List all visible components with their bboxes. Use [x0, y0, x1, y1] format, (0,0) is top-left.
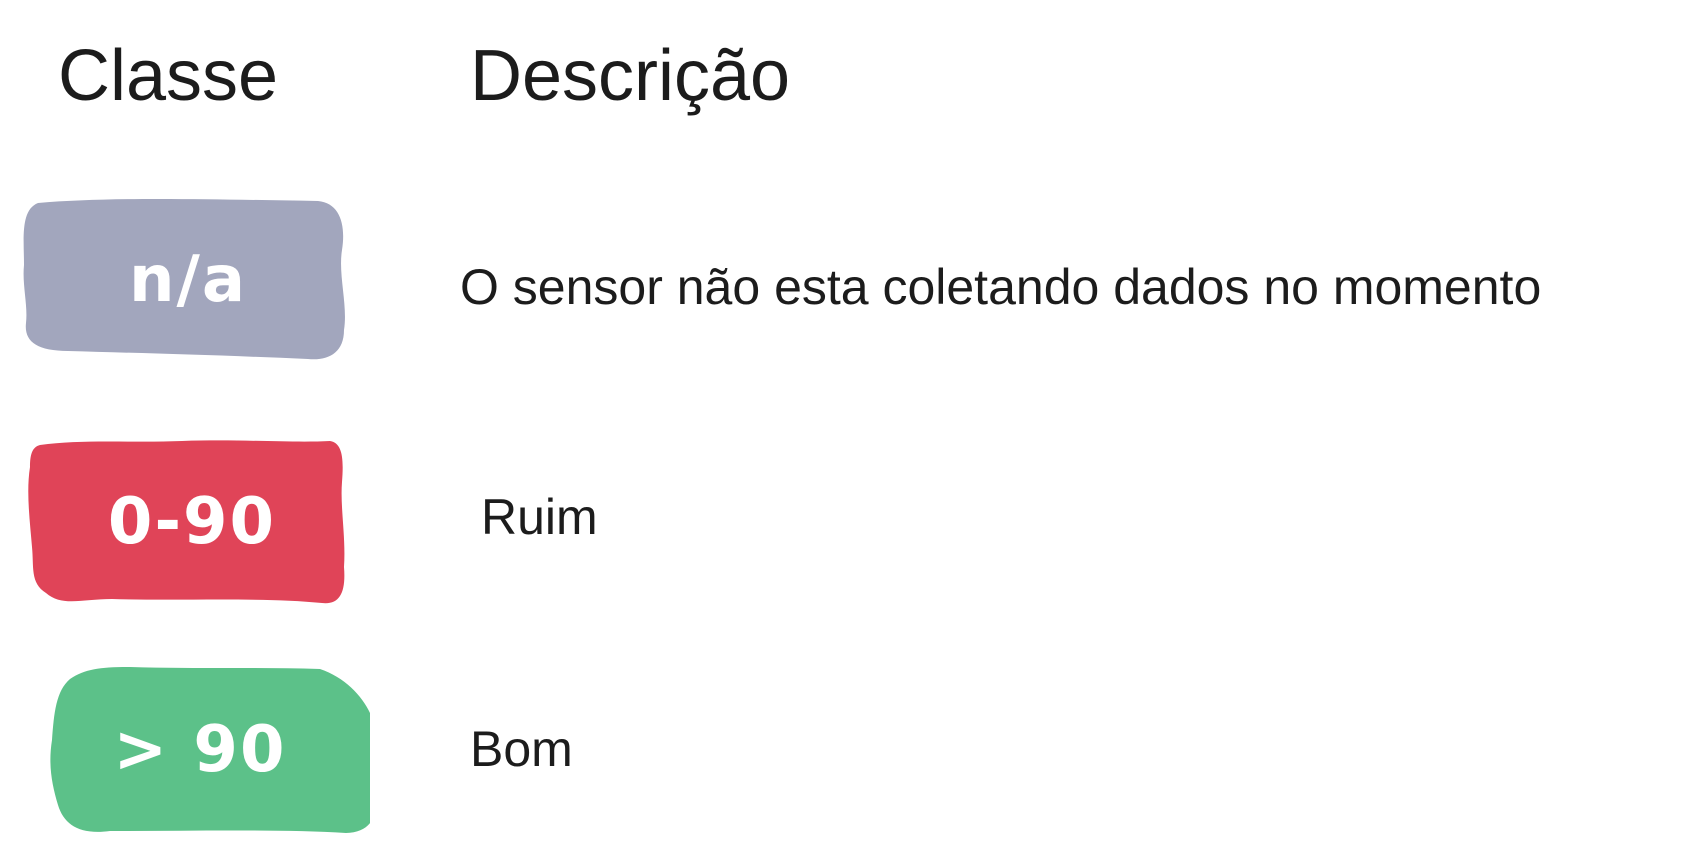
- description-good: Bom: [470, 721, 573, 777]
- badge-label-good: > 90: [113, 713, 287, 787]
- column-header-class: Classe: [58, 36, 279, 116]
- status-badge-na: n/a: [18, 195, 358, 365]
- status-badge-bad: 0-90: [22, 437, 362, 607]
- description-bad: Ruim: [481, 489, 598, 545]
- badge-label-na: n/a: [128, 243, 248, 317]
- status-badge-good: > 90: [30, 665, 370, 835]
- column-header-description: Descrição: [470, 36, 791, 116]
- description-na: O sensor não esta coletando dados no mom…: [460, 259, 1542, 315]
- badge-label-bad: 0-90: [107, 485, 277, 559]
